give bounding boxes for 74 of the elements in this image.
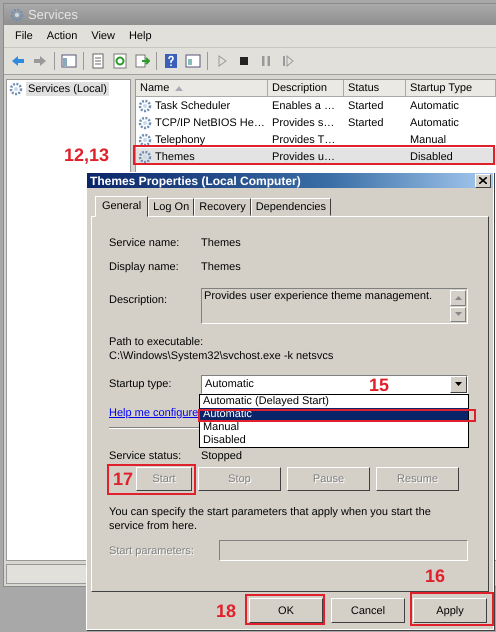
- scroll-up-button[interactable]: [450, 290, 466, 306]
- field-value: Stopped: [201, 450, 242, 462]
- table-cell: Telephony: [155, 134, 206, 146]
- gear-icon: [138, 150, 152, 164]
- table-cell-text: Automatic: [409, 100, 460, 112]
- column-header[interactable]: Status: [344, 80, 406, 97]
- description-box: Provides user experience theme management.: [201, 288, 468, 324]
- help-icon[interactable]: [163, 53, 179, 69]
- field-label: Display name:: [109, 261, 180, 273]
- table-cell-text: Provides u…: [271, 150, 336, 162]
- table-cell-text: Enables a …: [271, 100, 336, 112]
- step-number: 15: [369, 375, 390, 395]
- help-text: You can specify the start parameters that apply when you start the service from here.: [109, 505, 432, 533]
- column-header[interactable]: Description: [268, 80, 344, 97]
- field-label: Description:: [109, 294, 168, 306]
- field-label: Service status:: [109, 450, 182, 462]
- tree-item[interactable]: Services (Local): [26, 82, 109, 96]
- column-header[interactable]: Name: [136, 80, 268, 97]
- sort-arrow-icon: [175, 86, 184, 90]
- table-cell-text: Provides T…: [271, 134, 336, 146]
- field-label: Path to executable:: [109, 336, 204, 348]
- export-icon[interactable]: [134, 53, 150, 69]
- menu-item[interactable]: Help: [122, 28, 159, 44]
- table-cell-text: Disabled: [409, 150, 454, 162]
- field-label: Startup type:: [109, 378, 172, 390]
- up-arrow-icon: [454, 296, 462, 300]
- down-arrow-icon: [454, 312, 462, 316]
- tab[interactable]: Dependencies: [250, 198, 332, 216]
- back-arrow-icon[interactable]: [10, 53, 26, 69]
- field-label: Start parameters:: [109, 544, 195, 556]
- step-number: 16: [425, 566, 446, 586]
- step-number: 12,13: [64, 145, 110, 165]
- console-icon[interactable]: [185, 53, 201, 69]
- close-button[interactable]: [475, 174, 491, 188]
- gear-icon: [138, 132, 152, 146]
- table-cell-text: Manual: [409, 134, 448, 146]
- console-tree-icon[interactable]: [61, 53, 77, 69]
- dropdown-button[interactable]: [450, 376, 467, 392]
- gear-icon: [10, 8, 24, 22]
- step-number: 17: [113, 469, 134, 489]
- menu-item[interactable]: File: [8, 28, 40, 44]
- tab[interactable]: Log On: [148, 198, 194, 216]
- menu-item[interactable]: Action: [40, 28, 84, 44]
- dialog-button[interactable]: OK: [249, 598, 323, 623]
- table-cell-text: Automatic: [409, 116, 460, 128]
- field-value: C:\Windows\System32\svchost.exe -k netsvcs: [109, 350, 334, 362]
- table-cell: Themes: [155, 150, 195, 162]
- step-number: 18: [216, 601, 236, 621]
- dialog-title: Themes Properties (Local Computer): [90, 174, 301, 188]
- field-value: Themes: [201, 237, 241, 249]
- table-cell-text: Started: [347, 116, 384, 128]
- window-title: Services: [28, 7, 78, 22]
- scroll-down-button[interactable]: [450, 306, 466, 322]
- menu-item[interactable]: View: [84, 28, 122, 44]
- table-cell-text: Started: [347, 100, 384, 112]
- close-icon: [479, 177, 487, 184]
- field-label: Service name:: [109, 237, 180, 249]
- properties-icon[interactable]: [90, 53, 106, 69]
- help-link[interactable]: Help me configure: [109, 407, 198, 419]
- dialog-button[interactable]: Cancel: [331, 598, 405, 623]
- tab[interactable]: Recovery: [194, 198, 251, 216]
- column-header[interactable]: Startup Type: [406, 80, 496, 97]
- table-cell: TCP/IP NetBIOS He…: [155, 116, 265, 128]
- tab[interactable]: General: [95, 196, 148, 217]
- gear-icon: [138, 116, 152, 130]
- dialog-button[interactable]: Apply: [413, 598, 487, 623]
- gear-icon: [138, 98, 152, 112]
- restart-icon[interactable]: [280, 53, 296, 69]
- table-cell: Task Scheduler: [155, 100, 230, 112]
- refresh-icon[interactable]: [112, 53, 128, 69]
- field-value: Themes: [201, 261, 241, 273]
- gear-icon: [9, 82, 23, 96]
- table-cell-text: Provides s…: [271, 116, 336, 128]
- caret-icon: [455, 382, 462, 386]
